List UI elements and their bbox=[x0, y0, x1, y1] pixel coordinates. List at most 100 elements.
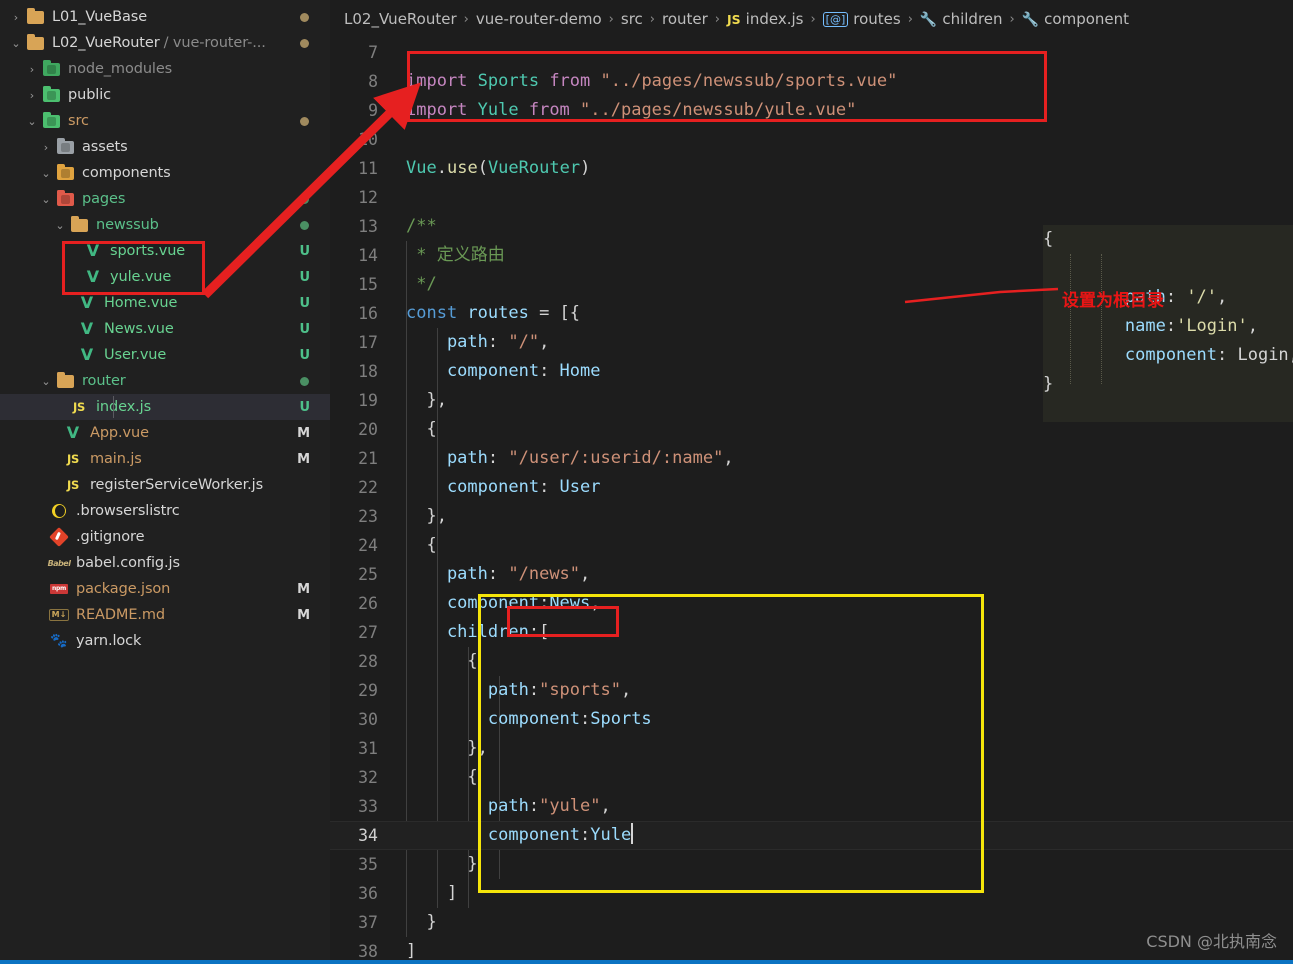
code-line[interactable]: 21 path: "/user/:userid/:name", bbox=[330, 444, 1293, 473]
code-line[interactable]: 28 { bbox=[330, 647, 1293, 676]
code-line[interactable]: 8 import Sports from "../pages/newssub/sp… bbox=[330, 67, 1293, 96]
line-number: 35 bbox=[358, 855, 378, 874]
tree-item-newssub[interactable]: ⌄ newssub bbox=[0, 212, 330, 238]
code-line[interactable]: 24 { bbox=[330, 531, 1293, 560]
breadcrumb-item-vue-router-demo[interactable]: vue-router-demo bbox=[476, 10, 602, 28]
code-line[interactable]: 26 component:News, bbox=[330, 589, 1293, 618]
code-line[interactable]: 27 children:[ bbox=[330, 618, 1293, 647]
code-line[interactable]: 23 }, bbox=[330, 502, 1293, 531]
chevron-down-icon[interactable]: ⌄ bbox=[24, 116, 40, 127]
vue-icon: V bbox=[80, 293, 94, 312]
folder-icon bbox=[54, 371, 76, 388]
breadcrumb-item-src[interactable]: src bbox=[621, 10, 643, 28]
chevron-right-icon[interactable]: › bbox=[38, 142, 54, 153]
code-line[interactable]: 25 path: "/news", bbox=[330, 560, 1293, 589]
breadcrumb-item-component[interactable]: 🔧 component bbox=[1022, 10, 1129, 28]
tree-item-home-vue[interactable]: V Home.vue U bbox=[0, 290, 330, 316]
code-line[interactable]: 7 bbox=[330, 38, 1293, 67]
breadcrumb-item-routes[interactable]: [@] routes bbox=[822, 10, 901, 28]
code-line[interactable]: 29 path:"sports", bbox=[330, 676, 1293, 705]
tree-item-babel-config-js[interactable]: Babel babel.config.js bbox=[0, 550, 330, 576]
tree-item-sports-vue[interactable]: Vsports.vue U bbox=[0, 238, 330, 264]
tree-item-gitignore[interactable]: .gitignore bbox=[0, 524, 330, 550]
code-line[interactable]: 10 bbox=[330, 125, 1293, 154]
chevron-right-icon[interactable]: › bbox=[24, 90, 40, 101]
tree-item-user-vue[interactable]: V User.vue U bbox=[0, 342, 330, 368]
breadcrumb-item-l02-vuerouter[interactable]: L02_VueRouter bbox=[344, 10, 457, 28]
code-line[interactable]: 31 }, bbox=[330, 734, 1293, 763]
tree-item-yule-vue[interactable]: Vyule.vue U bbox=[0, 264, 330, 290]
code-line[interactable]: 36 ] bbox=[330, 879, 1293, 908]
code-lines[interactable]: 7 8 import Sports from "../pages/newssub/s… bbox=[330, 38, 1293, 964]
git-status-badge: M bbox=[297, 581, 310, 597]
tree-item-sublabel: / vue-router-... bbox=[163, 35, 266, 51]
chevron-right-icon[interactable]: › bbox=[24, 64, 40, 75]
modified-dot-indicator bbox=[300, 38, 309, 48]
line-number: 27 bbox=[358, 623, 378, 642]
code-text: * 定义路由 bbox=[406, 245, 505, 265]
git-status-badge: U bbox=[299, 399, 310, 415]
breadcrumb-separator-icon: › bbox=[649, 11, 655, 27]
line-number: 34 bbox=[358, 826, 378, 845]
code-line[interactable]: 34 component:Yule bbox=[330, 821, 1293, 850]
tree-item-components[interactable]: ⌄ components bbox=[0, 160, 330, 186]
line-number: 28 bbox=[358, 652, 378, 671]
code-text: }, bbox=[406, 738, 488, 758]
code-line[interactable]: 9 import Yule from "../pages/newssub/yule… bbox=[330, 96, 1293, 125]
line-number: 25 bbox=[358, 565, 378, 584]
breadcrumb-item-router[interactable]: router bbox=[662, 10, 708, 28]
code-line[interactable]: 11 Vue.use(VueRouter) bbox=[330, 154, 1293, 183]
code-line[interactable]: 35 } bbox=[330, 850, 1293, 879]
tree-item-pages[interactable]: ⌄ pages bbox=[0, 186, 330, 212]
code-line[interactable]: 33 path:"yule", bbox=[330, 792, 1293, 821]
tree-item-readme-md[interactable]: M↓ README.md M bbox=[0, 602, 330, 628]
chevron-down-icon[interactable]: ⌄ bbox=[38, 194, 54, 205]
code-line[interactable]: 32 { bbox=[330, 763, 1293, 792]
tree-item-assets[interactable]: › assets bbox=[0, 134, 330, 160]
code-text: path: "/news", bbox=[406, 564, 591, 584]
line-number: 36 bbox=[358, 884, 378, 903]
file-tree[interactable]: › L01_VueBase ⌄ L02_VueRouter / vue-router-.… bbox=[0, 4, 330, 654]
tree-item-registerserviceworker-js[interactable]: JS registerServiceWorker.js bbox=[0, 472, 330, 498]
tree-item-app-vue[interactable]: V App.vue M bbox=[0, 420, 330, 446]
tree-item-index-js[interactable]: JS index.js U bbox=[0, 394, 330, 420]
chevron-down-icon[interactable]: ⌄ bbox=[38, 168, 54, 179]
tree-item-browserslistrc[interactable]: .browserslistrc bbox=[0, 498, 330, 524]
chevron-down-icon[interactable]: ⌄ bbox=[38, 376, 54, 387]
chevron-right-icon[interactable]: › bbox=[8, 12, 24, 23]
breadcrumb-item-children[interactable]: 🔧 children bbox=[920, 10, 1003, 28]
chevron-down-icon[interactable]: ⌄ bbox=[8, 38, 24, 49]
tree-item-public[interactable]: › public bbox=[0, 82, 330, 108]
tree-item-news-vue[interactable]: V News.vue U bbox=[0, 316, 330, 342]
code-line[interactable]: 12 bbox=[330, 183, 1293, 212]
code-line[interactable]: 30 component:Sports bbox=[330, 705, 1293, 734]
tree-item-yarn-lock[interactable]: 🐾 yarn.lock bbox=[0, 628, 330, 654]
chevron-down-icon[interactable]: ⌄ bbox=[52, 220, 68, 231]
line-number: 37 bbox=[358, 913, 378, 932]
code-editor[interactable]: 7 8 import Sports from "../pages/newssub/s… bbox=[330, 38, 1293, 964]
tree-item-label: node_modules bbox=[68, 61, 173, 77]
line-number: 30 bbox=[358, 710, 378, 729]
tree-item-l01-vuebase[interactable]: › L01_VueBase bbox=[0, 4, 330, 30]
git-status-badge: M bbox=[297, 425, 310, 441]
code-text: }, bbox=[406, 390, 447, 410]
code-line[interactable]: 22 component: User bbox=[330, 473, 1293, 502]
breadcrumb-item-index-js[interactable]: JS index.js bbox=[727, 10, 803, 28]
breadcrumb[interactable]: L02_VueRouter › vue-router-demo › src › router… bbox=[330, 0, 1293, 38]
tree-item-package-json[interactable]: npm package.json M bbox=[0, 576, 330, 602]
tree-item-router[interactable]: ⌄ router bbox=[0, 368, 330, 394]
watermark: CSDN @北执南念 bbox=[1146, 932, 1277, 951]
breadcrumb-label: L02_VueRouter bbox=[344, 10, 457, 28]
tree-item-l02-vuerouter[interactable]: ⌄ L02_VueRouter / vue-router-... bbox=[0, 30, 330, 56]
git-status-badge: U bbox=[299, 321, 310, 337]
code-text: component:Yule bbox=[406, 823, 634, 845]
code-text: component: Home bbox=[406, 361, 601, 381]
tree-item-main-js[interactable]: JS main.js M bbox=[0, 446, 330, 472]
tree-item-node-modules[interactable]: › node_modules bbox=[0, 56, 330, 82]
hover-preview-line: } bbox=[1043, 374, 1054, 394]
property-symbol-icon: 🔧 bbox=[919, 12, 938, 28]
line-number: 11 bbox=[358, 159, 378, 178]
breadcrumb-label: vue-router-demo bbox=[475, 10, 602, 28]
tree-item-src[interactable]: ⌄ src bbox=[0, 108, 330, 134]
file-explorer-sidebar[interactable]: › L01_VueBase ⌄ L02_VueRouter / vue-router-.… bbox=[0, 0, 330, 964]
